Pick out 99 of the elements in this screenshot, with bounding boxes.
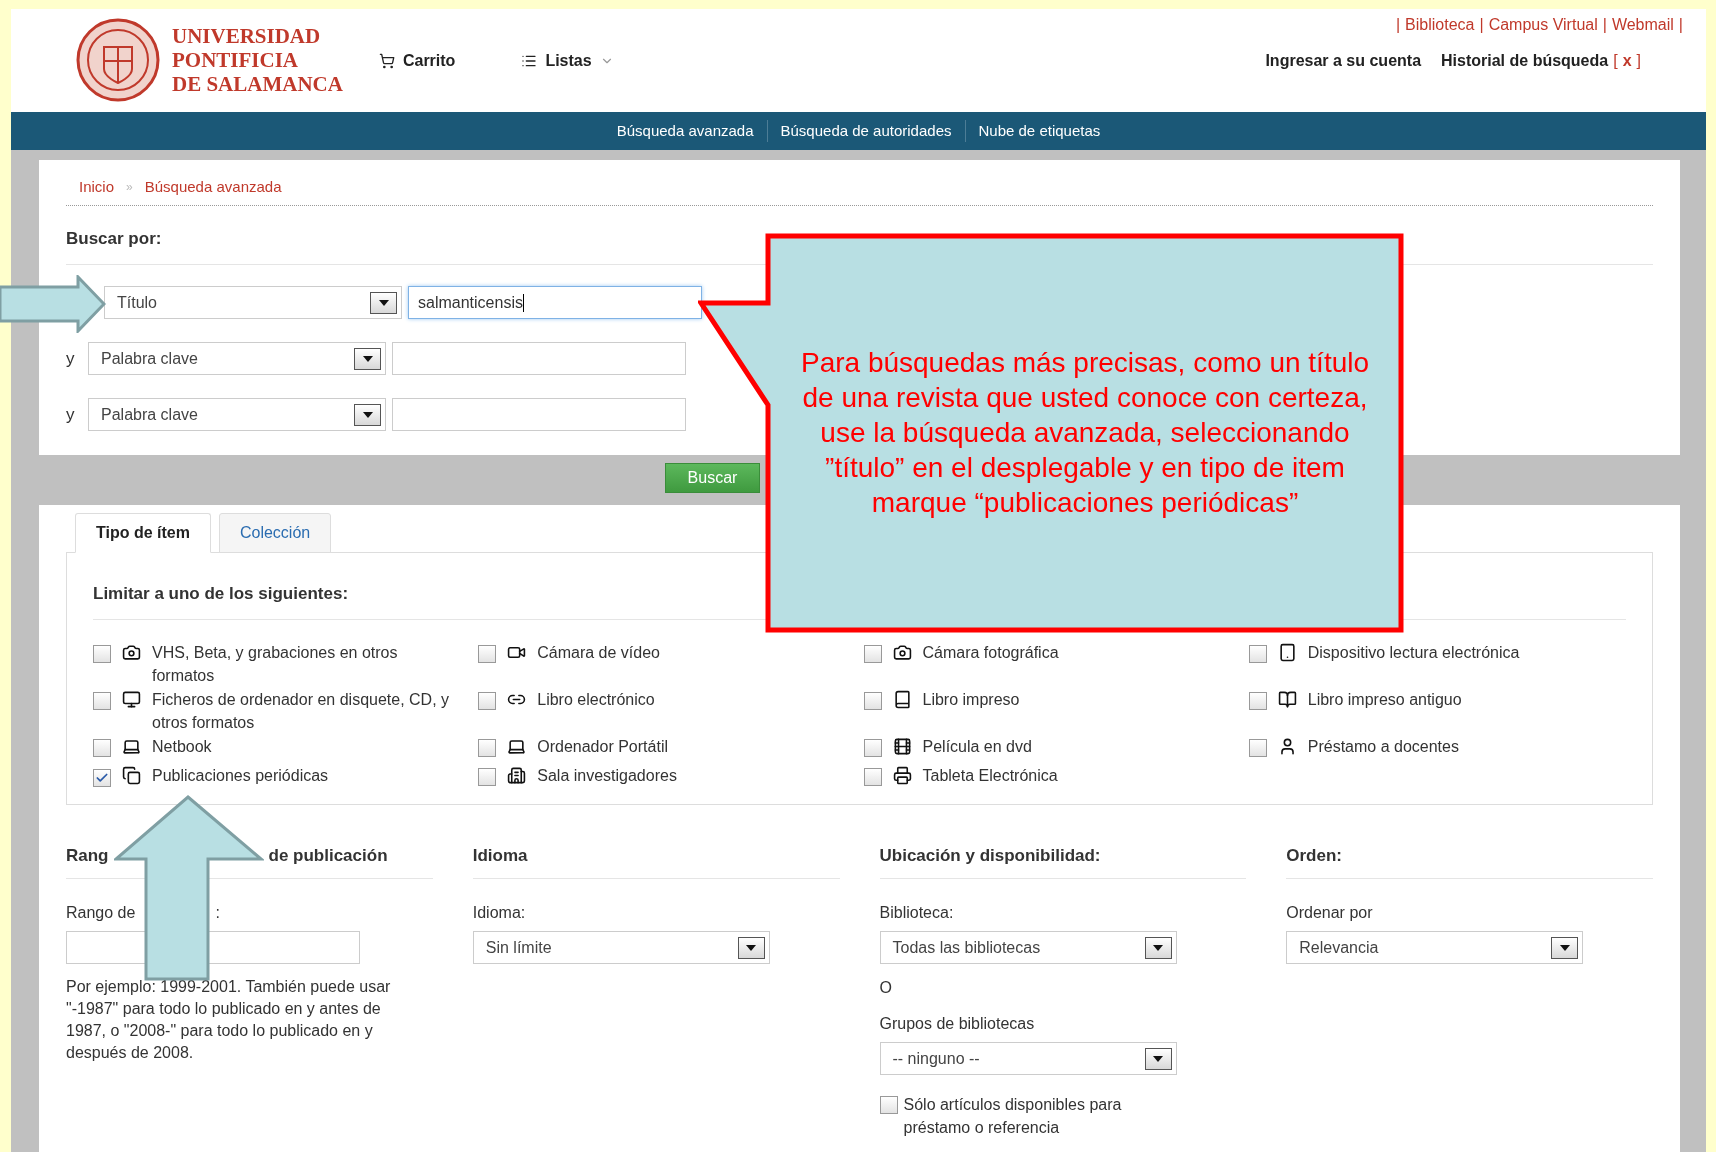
item-type-label: Cámara de vídeo	[537, 642, 660, 663]
field-label: Rango de	[66, 903, 136, 923]
section-heading: Rang	[66, 844, 109, 867]
field-select[interactable]: Título	[104, 286, 402, 319]
item-type-label: Libro electrónico	[537, 689, 655, 710]
availability-label: Sólo artículos disponibles para préstamo o referencia	[903, 1095, 1123, 1138]
camera-icon	[892, 642, 912, 662]
dropdown-arrow-icon	[746, 944, 757, 951]
checkbox[interactable]	[863, 644, 882, 663]
dropdown-arrow-icon	[1153, 944, 1163, 951]
item-type-label: Ordenador Portátil	[537, 736, 668, 757]
checkbox[interactable]	[93, 644, 111, 663]
search-input[interactable]	[392, 398, 686, 431]
search-input[interactable]	[392, 342, 686, 375]
item-type-label: Película en dvd	[922, 736, 1032, 757]
item-type-label: Publicaciones periódicas	[152, 765, 329, 786]
sort-select[interactable]: Relevancia	[1286, 931, 1584, 964]
section-heading: de publicación	[268, 844, 388, 867]
item-type-label: Cámara fotográfica	[922, 642, 1059, 663]
or-text: O	[879, 978, 893, 998]
library-group-select[interactable]: -- ninguno --	[879, 1042, 1177, 1075]
separator-text: |	[1479, 15, 1484, 35]
checkbox[interactable]	[1248, 738, 1267, 757]
cart-link[interactable]: Carrito	[402, 49, 456, 73]
item-type-label: Dispositivo lectura electrónica	[1307, 642, 1520, 663]
field-select[interactable]: Palabra clave	[88, 398, 386, 431]
tablet-icon	[1277, 642, 1297, 662]
item-type-label: Ficheros de ordenador en disquete, CD, y otros formatos	[152, 689, 451, 733]
checkbox[interactable]	[478, 691, 497, 710]
checkbox[interactable]	[93, 768, 111, 787]
checkbox[interactable]	[879, 1096, 898, 1114]
nav-link[interactable]: Búsqueda avanzada	[603, 119, 767, 143]
dropdown-arrow-icon	[378, 299, 389, 306]
field-label: :	[215, 903, 220, 923]
field-label: Biblioteca:	[879, 903, 955, 923]
checkbox[interactable]	[863, 767, 882, 786]
lists-menu[interactable]: Listas	[545, 49, 592, 73]
top-link[interactable]: Biblioteca	[1405, 13, 1475, 37]
checkbox[interactable]	[863, 691, 882, 710]
checkbox[interactable]	[1248, 644, 1267, 663]
field-label: Grupos de bibliotecas	[879, 1014, 1036, 1034]
university-name: UNIVERSIDAD PONTIFICIA DE SALAMANCA	[172, 24, 343, 96]
section-heading: Idioma	[472, 842, 840, 879]
help-text: Por ejemplo: 1999-2001. También puede usar "-1987" para todo lo publicado en y antes de 1987, o "2008-" para todo lo publicado en y después de 2008.	[66, 977, 392, 1063]
dropdown-arrow-icon	[362, 411, 373, 418]
breadcrumb-link[interactable]: Inicio	[79, 176, 115, 199]
search-input[interactable]: salmanticensis	[408, 286, 702, 319]
separator-text: |	[1678, 15, 1683, 35]
section-heading: Ubicación y disponibilidad:	[879, 842, 1247, 879]
library-select[interactable]: Todas las bibliotecas	[879, 931, 1177, 964]
tab[interactable]: Tipo de ítem	[75, 513, 211, 553]
dropdown-arrow-icon	[362, 355, 373, 362]
field-label: Idioma:	[472, 903, 527, 923]
checkbox[interactable]	[863, 738, 882, 757]
checkbox[interactable]	[478, 738, 497, 757]
nav-link[interactable]: Búsqueda de autoridades	[766, 119, 965, 143]
book-icon	[892, 689, 912, 709]
book-icon	[1277, 689, 1297, 709]
building-icon	[507, 765, 527, 785]
item-type-label: Libro impreso antiguo	[1307, 689, 1462, 710]
separator-text: |	[1395, 15, 1401, 35]
item-type-label: Libro impreso	[922, 689, 1020, 710]
list-icon	[521, 53, 538, 69]
item-type-label: VHS, Beta, y grabaciones en otros formatos	[152, 642, 399, 686]
top-link[interactable]: Webmail	[1611, 13, 1674, 37]
item-type-label: Sala investigadores	[537, 765, 677, 786]
callout-text: Para búsquedas más precisas, como un título de una revista que usted conoce con certeza, use la búsqueda avanzada, seleccionando ”título” en el desplegable y en tipo de item marque “publicaciones periódicas”	[799, 346, 1371, 520]
monitor-icon	[122, 689, 141, 709]
checkbox[interactable]	[1248, 691, 1267, 710]
breadcrumb-link[interactable]: Búsqueda avanzada	[144, 176, 282, 199]
item-type-label: Tableta Electrónica	[922, 765, 1058, 786]
university-seal-icon	[76, 17, 160, 103]
conjunction-label: y	[66, 347, 76, 370]
checkbox[interactable]	[478, 644, 497, 663]
dropdown-arrow-icon	[1559, 944, 1570, 951]
bracket-text: [	[1613, 51, 1618, 71]
separator-text: |	[1602, 15, 1607, 35]
clear-history-link[interactable]: x	[1622, 49, 1632, 73]
stacked-pages-icon	[122, 765, 141, 785]
film-icon	[892, 736, 912, 756]
dropdown-arrow-icon	[1153, 1055, 1163, 1062]
section-heading: Orden:	[1286, 842, 1653, 879]
conjunction-label: y	[66, 403, 76, 426]
nav-link[interactable]: Nube de etiquetas	[964, 119, 1114, 143]
field-label: Ordenar por	[1286, 903, 1374, 923]
login-link[interactable]: Ingresar a su cuenta	[1265, 49, 1422, 73]
checkbox[interactable]	[478, 767, 497, 786]
field-select[interactable]: Palabra clave	[88, 342, 386, 375]
tab[interactable]: Colección	[218, 513, 332, 553]
item-type-label: Netbook	[152, 736, 212, 757]
checkbox[interactable]	[93, 691, 111, 710]
checkbox[interactable]	[93, 738, 111, 757]
cart-icon	[378, 53, 395, 69]
search-history-link[interactable]: Historial de búsqueda	[1441, 49, 1609, 73]
bracket-text: ]	[1636, 51, 1641, 71]
top-link[interactable]: Campus Virtual	[1488, 13, 1598, 37]
language-select[interactable]: Sin límite	[472, 931, 770, 964]
breadcrumb-separator: »	[126, 179, 133, 197]
item-type-label: Préstamo a docentes	[1307, 736, 1459, 757]
